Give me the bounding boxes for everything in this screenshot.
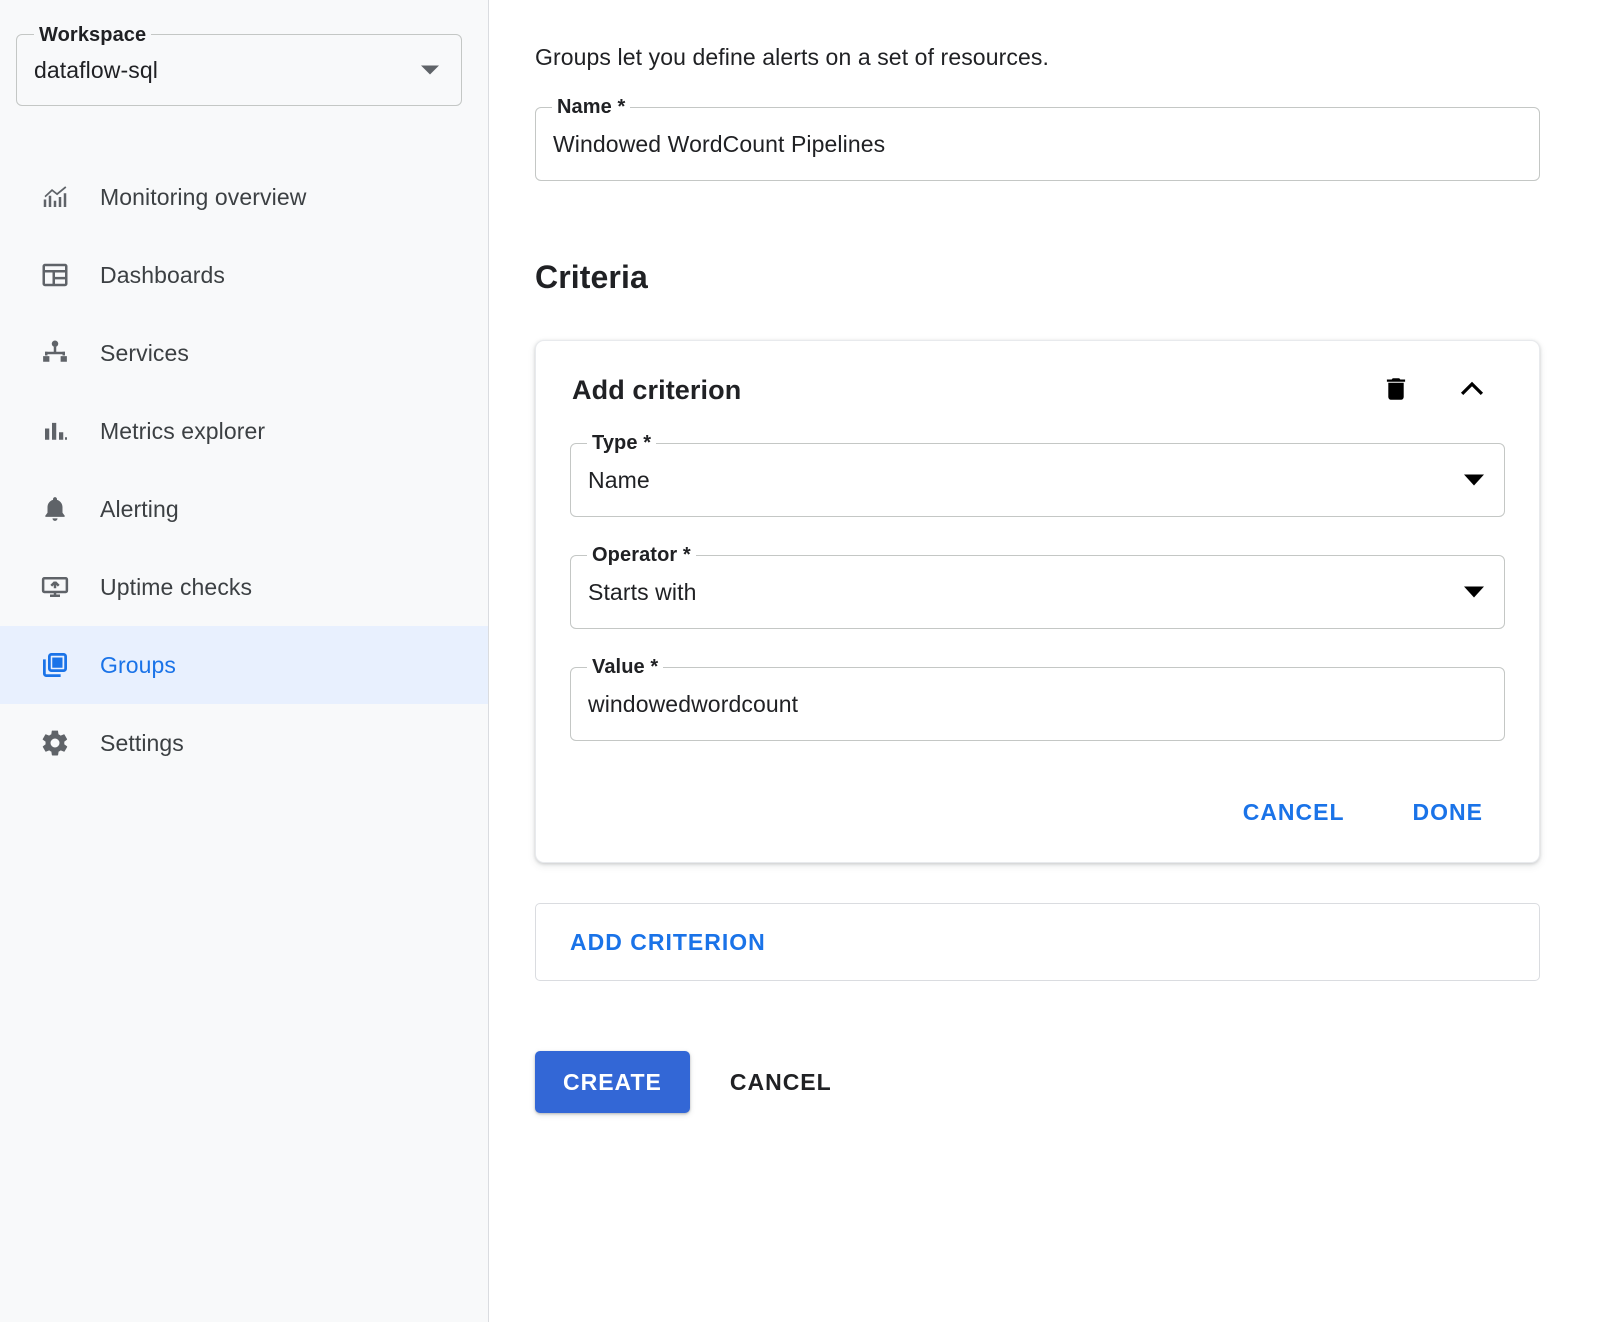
add-criterion-container: ADD CRITERION: [535, 903, 1540, 981]
dashboards-icon: [36, 256, 74, 294]
delete-criterion-button[interactable]: [1379, 373, 1413, 407]
sidebar: Workspace dataflow-sql Monitoring overvi…: [0, 0, 489, 1322]
criterion-value-label: Value *: [587, 656, 663, 678]
workspace-value: dataflow-sql: [34, 57, 158, 84]
chevron-down-icon: [421, 66, 439, 75]
form-actions: CREATE CANCEL: [535, 1051, 1540, 1113]
cancel-button[interactable]: CANCEL: [708, 1051, 854, 1113]
monitoring-overview-icon: [36, 178, 74, 216]
criterion-title: Add criterion: [572, 375, 741, 406]
criterion-type-select[interactable]: Type * Name: [570, 443, 1505, 517]
group-name-value: Windowed WordCount Pipelines: [553, 131, 885, 158]
workspace-selector[interactable]: Workspace dataflow-sql: [16, 34, 462, 106]
criterion-card-actions: CANCEL DONE: [570, 789, 1505, 836]
criterion-operator-select[interactable]: Operator * Starts with: [570, 555, 1505, 629]
chevron-down-icon: [1464, 475, 1484, 486]
sidebar-item-label: Groups: [100, 652, 176, 679]
main-content: Groups let you define alerts on a set of…: [489, 0, 1618, 1322]
criterion-card: Add criterion: [535, 340, 1540, 863]
criterion-type-label: Type *: [587, 432, 656, 454]
services-icon: [36, 334, 74, 372]
sidebar-item-monitoring-overview[interactable]: Monitoring overview: [0, 158, 488, 236]
criterion-operator-value: Starts with: [588, 579, 696, 606]
criterion-cancel-button[interactable]: CANCEL: [1227, 789, 1361, 836]
sidebar-item-services[interactable]: Services: [0, 314, 488, 392]
groups-icon: [36, 646, 74, 684]
sidebar-item-metrics-explorer[interactable]: Metrics explorer: [0, 392, 488, 470]
add-criterion-button[interactable]: ADD CRITERION: [570, 929, 766, 956]
sidebar-item-label: Settings: [100, 730, 184, 757]
bell-icon: [36, 490, 74, 528]
sidebar-item-alerting[interactable]: Alerting: [0, 470, 488, 548]
chevron-down-icon: [1464, 587, 1484, 598]
intro-text: Groups let you define alerts on a set of…: [535, 44, 1540, 71]
criterion-value-field[interactable]: Value * windowedwordcount: [570, 667, 1505, 741]
criterion-operator-label: Operator *: [587, 544, 696, 566]
group-name-field[interactable]: Name * Windowed WordCount Pipelines: [535, 107, 1540, 181]
chevron-up-icon: [1457, 374, 1487, 407]
sidebar-item-label: Metrics explorer: [100, 418, 265, 445]
sidebar-item-uptime-checks[interactable]: Uptime checks: [0, 548, 488, 626]
collapse-criterion-button[interactable]: [1455, 373, 1489, 407]
sidebar-item-label: Alerting: [100, 496, 179, 523]
uptime-checks-icon: [36, 568, 74, 606]
gear-icon: [36, 724, 74, 762]
create-button[interactable]: CREATE: [535, 1051, 690, 1113]
criterion-done-button[interactable]: DONE: [1397, 789, 1499, 836]
app-root: Workspace dataflow-sql Monitoring overvi…: [0, 0, 1618, 1322]
metrics-explorer-icon: [36, 412, 74, 450]
workspace-label: Workspace: [34, 24, 151, 46]
sidebar-item-label: Dashboards: [100, 262, 225, 289]
criterion-value-value: windowedwordcount: [588, 691, 798, 718]
sidebar-item-label: Services: [100, 340, 189, 367]
criteria-heading: Criteria: [535, 259, 1540, 296]
sidebar-item-settings[interactable]: Settings: [0, 704, 488, 782]
criterion-header-actions: [1379, 373, 1505, 407]
sidebar-item-label: Monitoring overview: [100, 184, 306, 211]
sidebar-item-dashboards[interactable]: Dashboards: [0, 236, 488, 314]
criterion-type-value: Name: [588, 467, 650, 494]
sidebar-nav: Monitoring overview Dashboards: [0, 158, 488, 782]
criterion-header: Add criterion: [570, 373, 1505, 407]
sidebar-item-label: Uptime checks: [100, 574, 252, 601]
trash-icon: [1382, 375, 1410, 406]
group-name-label: Name *: [552, 96, 630, 118]
sidebar-item-groups[interactable]: Groups: [0, 626, 488, 704]
